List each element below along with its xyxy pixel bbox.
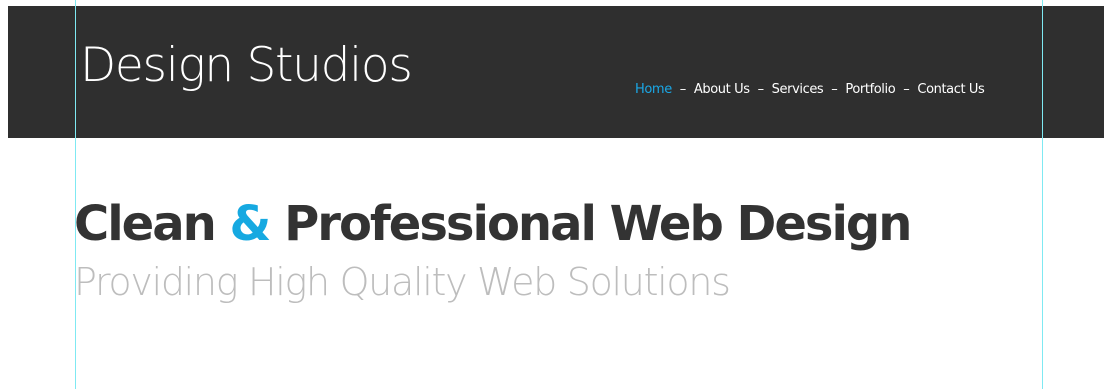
nav-separator: –	[903, 82, 910, 97]
hero-heading-ampersand: &	[229, 196, 272, 252]
nav-item-portfolio[interactable]: Portfolio	[845, 82, 895, 97]
hero-subheading: Providing High Quality Web Solutions	[74, 260, 731, 304]
page: Design Studios Home – About Us – Service…	[0, 0, 1104, 389]
hero-heading: Clean & Professional Web Design	[74, 200, 912, 248]
nav-separator: –	[757, 82, 765, 97]
site-logo[interactable]: Design Studios	[80, 42, 413, 89]
hero-heading-part2: Professional Web Design	[269, 196, 912, 252]
site-header: Design Studios Home – About Us – Service…	[8, 6, 1104, 138]
nav-item-about-us[interactable]: About Us	[694, 82, 750, 97]
nav-separator: –	[831, 82, 838, 97]
hero-heading-part1: Clean	[74, 196, 230, 252]
nav-separator: –	[679, 82, 687, 97]
nav-item-contact-us[interactable]: Contact Us	[917, 82, 984, 97]
nav-item-home[interactable]: Home	[635, 82, 672, 97]
nav-item-services[interactable]: Services	[772, 82, 824, 97]
main-nav: Home – About Us – Services – Portfolio –…	[635, 82, 985, 97]
